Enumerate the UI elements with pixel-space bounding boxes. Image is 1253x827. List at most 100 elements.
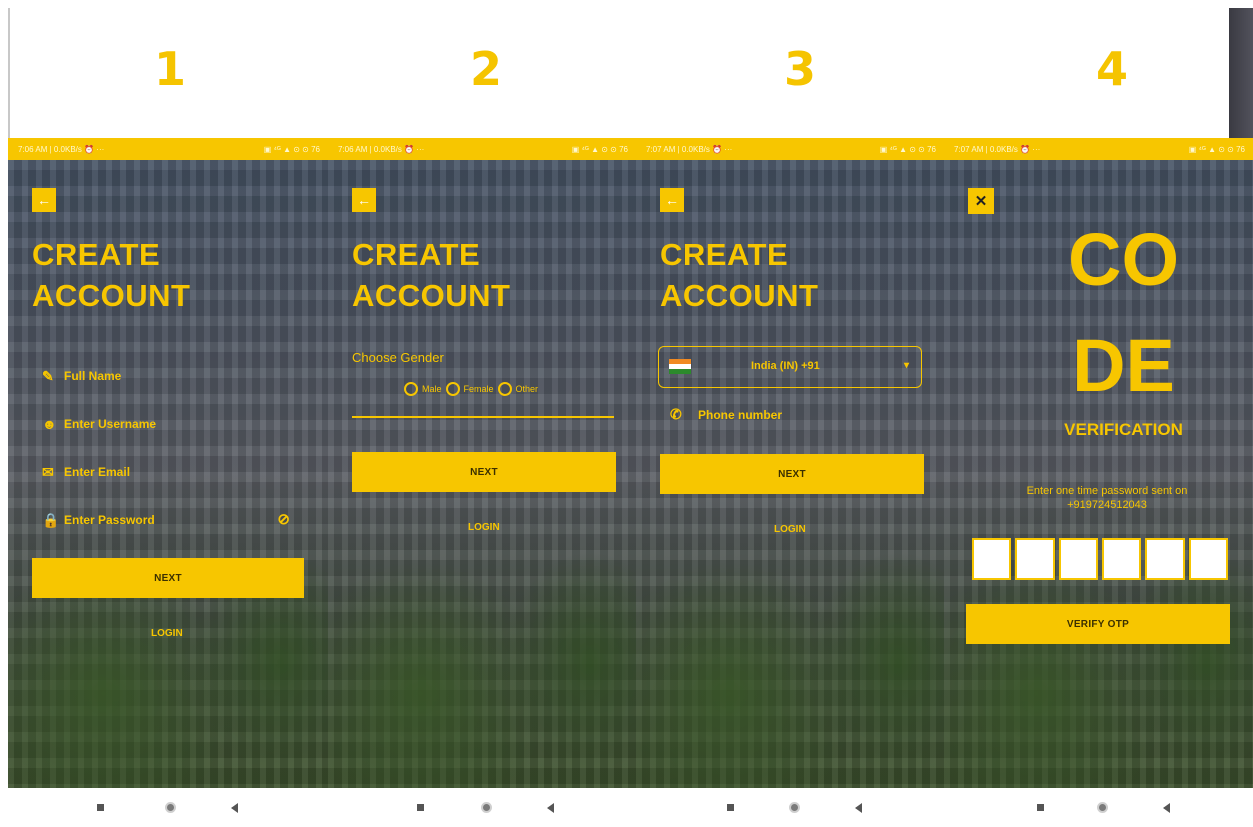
radio-male[interactable] bbox=[404, 382, 418, 396]
canvas: 1 2 3 4 7:06 AM | 0.0KB/s ⏰ ··· ▣ ⁴ᴳ ▲ ⊙… bbox=[0, 0, 1253, 827]
title-line-1: CREATE bbox=[352, 237, 481, 272]
country-code-value: India (IN) +91 bbox=[751, 360, 820, 372]
recent-apps-button[interactable] bbox=[88, 788, 112, 827]
full-name-field[interactable]: ✎ Full Name bbox=[42, 364, 302, 388]
circle-icon bbox=[164, 802, 176, 813]
screen-create-account-details: 7:06 AM | 0.0KB/s ⏰ ··· ▣ ⁴ᴳ ▲ ⊙ ⊙ 76 ← … bbox=[8, 138, 328, 788]
recent-apps-button[interactable] bbox=[718, 788, 742, 827]
next-button[interactable]: NEXT bbox=[32, 558, 304, 598]
back-arrow-icon: ← bbox=[357, 192, 371, 208]
triangle-back-icon bbox=[1162, 802, 1170, 813]
login-link[interactable]: LOGIN bbox=[774, 524, 806, 535]
full-name-placeholder: Full Name bbox=[64, 369, 122, 383]
back-arrow-icon: ← bbox=[37, 192, 51, 208]
square-icon bbox=[726, 804, 734, 811]
recent-apps-button[interactable] bbox=[1028, 788, 1052, 827]
square-icon bbox=[416, 804, 424, 811]
login-link[interactable]: LOGIN bbox=[151, 628, 183, 639]
code-title-line-2: DE bbox=[1072, 324, 1175, 407]
lock-icon: 🔒 bbox=[42, 511, 60, 528]
radio-other[interactable] bbox=[497, 382, 512, 396]
back-nav-button[interactable] bbox=[222, 788, 246, 827]
otp-info-text: Enter one time password sent on +9197245… bbox=[992, 484, 1222, 512]
window-shade bbox=[1229, 8, 1253, 138]
screen-create-account-gender: 7:06 AM | 0.0KB/s ⏰ ··· ▣ ⁴ᴳ ▲ ⊙ ⊙ 76 ← … bbox=[328, 138, 636, 788]
otp-digit-6[interactable] bbox=[1188, 538, 1228, 580]
square-icon bbox=[96, 804, 104, 811]
home-button[interactable] bbox=[474, 788, 498, 827]
india-flag-icon bbox=[669, 359, 691, 374]
verification-heading: VERIFICATION bbox=[1064, 420, 1183, 439]
country-code-select[interactable]: India (IN) +91 ▾ bbox=[658, 346, 922, 388]
back-button[interactable]: ← bbox=[352, 188, 376, 212]
otp-digit-4[interactable] bbox=[1101, 538, 1142, 580]
gender-label: Choose Gender bbox=[352, 350, 444, 365]
close-icon: ✕ bbox=[974, 193, 988, 210]
back-arrow-icon: ← bbox=[665, 192, 679, 208]
home-button[interactable] bbox=[782, 788, 806, 827]
radio-male-label: Male bbox=[422, 384, 442, 394]
recent-apps-button[interactable] bbox=[408, 788, 432, 827]
eye-off-icon[interactable]: ⊘ bbox=[277, 510, 290, 528]
otp-digit-5[interactable] bbox=[1145, 538, 1185, 580]
pencil-icon: ✎ bbox=[42, 367, 54, 384]
title-line-2: ACCOUNT bbox=[32, 278, 191, 313]
circle-icon bbox=[1096, 802, 1108, 813]
triangle-back-icon bbox=[230, 802, 238, 813]
next-button[interactable]: NEXT bbox=[660, 454, 924, 494]
radio-other-label: Other bbox=[515, 384, 539, 394]
phone-number-field[interactable]: ✆ Phone number bbox=[670, 406, 782, 423]
circle-icon bbox=[788, 802, 800, 813]
title-line-2: ACCOUNT bbox=[660, 278, 819, 313]
phone-icon: ✆ bbox=[670, 406, 682, 422]
code-title-line-1: CO bbox=[1068, 218, 1179, 301]
phone-number-placeholder: Phone number bbox=[698, 407, 783, 422]
radio-female-label: Female bbox=[463, 384, 494, 394]
otp-info-line-1: Enter one time password sent on bbox=[1026, 485, 1188, 497]
mail-icon: ✉ bbox=[42, 463, 54, 480]
back-button[interactable]: ← bbox=[660, 188, 684, 212]
back-button[interactable]: ← bbox=[32, 188, 56, 212]
username-field[interactable]: ☻ Enter Username bbox=[42, 412, 302, 436]
window-edge bbox=[8, 8, 10, 138]
step-number-1: 1 bbox=[153, 42, 186, 96]
verify-otp-button[interactable]: VERIFY OTP bbox=[966, 604, 1230, 644]
email-placeholder: Enter Email bbox=[64, 465, 131, 479]
system-navigation-bar bbox=[8, 788, 1253, 827]
otp-digit-2[interactable] bbox=[1015, 538, 1055, 580]
password-field[interactable]: 🔒 Enter Password ⊘ bbox=[42, 508, 302, 532]
title-line-2: ACCOUNT bbox=[352, 278, 511, 313]
title-line-1: CREATE bbox=[32, 237, 161, 272]
page-title: CREATE ACCOUNT bbox=[32, 234, 191, 316]
otp-digit-3[interactable] bbox=[1058, 538, 1098, 580]
otp-digit-1[interactable] bbox=[972, 538, 1012, 580]
radio-female[interactable] bbox=[445, 382, 460, 396]
triangle-back-icon bbox=[546, 802, 554, 813]
home-button[interactable] bbox=[158, 788, 182, 827]
step-number-3: 3 bbox=[783, 42, 816, 96]
screen-code-verification: 7:07 AM | 0.0KB/s ⏰ ··· ▣ ⁴ᴳ ▲ ⊙ ⊙ 76 ✕ … bbox=[944, 138, 1253, 788]
page-title: CREATE ACCOUNT bbox=[660, 234, 819, 316]
password-placeholder: Enter Password bbox=[64, 513, 155, 527]
screen-create-account-phone: 7:07 AM | 0.0KB/s ⏰ ··· ▣ ⁴ᴳ ▲ ⊙ ⊙ 76 ← … bbox=[636, 138, 944, 788]
next-button[interactable]: NEXT bbox=[352, 452, 616, 492]
back-nav-button[interactable] bbox=[538, 788, 562, 827]
step-number-4: 4 bbox=[1095, 42, 1128, 96]
user-icon: ☻ bbox=[42, 416, 57, 432]
email-field[interactable]: ✉ Enter Email bbox=[42, 460, 302, 484]
triangle-back-icon bbox=[854, 802, 862, 813]
close-button[interactable]: ✕ bbox=[968, 188, 994, 214]
square-icon bbox=[1036, 804, 1044, 811]
username-placeholder: Enter Username bbox=[64, 417, 157, 431]
page-title: CREATE ACCOUNT bbox=[352, 234, 511, 316]
back-nav-button[interactable] bbox=[846, 788, 870, 827]
chevron-down-icon: ▾ bbox=[903, 360, 909, 371]
gender-underline bbox=[352, 416, 614, 418]
title-line-1: CREATE bbox=[660, 237, 789, 272]
login-link[interactable]: LOGIN bbox=[468, 522, 500, 533]
back-nav-button[interactable] bbox=[1154, 788, 1178, 827]
home-button[interactable] bbox=[1090, 788, 1114, 827]
otp-input-group bbox=[972, 538, 1228, 580]
circle-icon bbox=[480, 802, 492, 813]
step-number-2: 2 bbox=[469, 42, 502, 96]
